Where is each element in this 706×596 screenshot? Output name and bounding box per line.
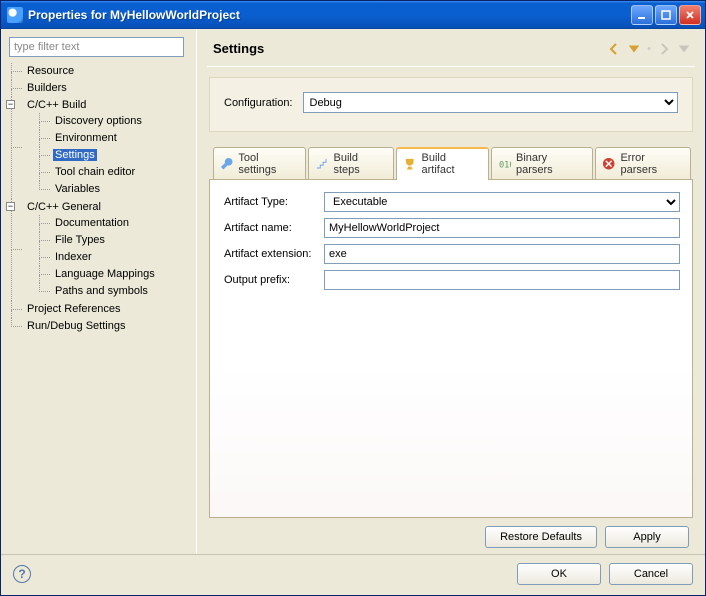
tree-item-label[interactable]: C/C++ General	[25, 201, 103, 213]
svg-text:010: 010	[499, 161, 511, 171]
tree-item-label[interactable]: Documentation	[53, 217, 131, 229]
output-prefix-label: Output prefix:	[224, 274, 324, 286]
artifact-name-input[interactable]	[324, 218, 680, 238]
forward-icon[interactable]	[657, 42, 671, 56]
forward-menu-icon[interactable]	[677, 42, 691, 56]
tree-item-label[interactable]: Environment	[53, 132, 119, 144]
configuration-block: Configuration: Debug	[209, 77, 693, 132]
tree-item[interactable]: Project References	[11, 301, 190, 318]
help-icon[interactable]: ?	[13, 565, 31, 583]
cancel-button[interactable]: Cancel	[609, 563, 693, 585]
minimize-button[interactable]	[631, 5, 653, 25]
tab-binary-parsers[interactable]: 010 Binary parsers	[491, 147, 593, 180]
tab-tool-settings[interactable]: Tool settings	[213, 147, 306, 180]
output-prefix-input[interactable]	[324, 270, 680, 290]
tree-expander-icon[interactable]: −	[6, 100, 15, 109]
tree-item-label[interactable]: Resource	[25, 65, 76, 77]
tree-item[interactable]: File Types	[39, 232, 190, 249]
right-panel: Settings •	[201, 29, 705, 554]
configuration-label: Configuration:	[224, 97, 293, 109]
tree-expander-icon[interactable]: −	[6, 202, 15, 211]
tree-item[interactable]: Variables	[39, 181, 190, 198]
tree-item-label[interactable]: Language Mappings	[53, 268, 157, 280]
window-title: Properties for MyHellowWorldProject	[28, 8, 631, 22]
tree-item[interactable]: Environment	[39, 130, 190, 147]
tree-item[interactable]: Language Mappings	[39, 266, 190, 283]
binary-icon: 010	[498, 157, 511, 171]
tabbar: Tool settings Build steps Build artifact 01…	[209, 146, 693, 179]
trophy-icon	[403, 157, 416, 171]
tree-item-label[interactable]: Builders	[25, 82, 69, 94]
tree-item[interactable]: Discovery options	[39, 113, 190, 130]
titlebar: Properties for MyHellowWorldProject	[1, 1, 705, 29]
dialog-footer: ? OK Cancel	[1, 554, 705, 595]
tab-label: Tool settings	[238, 152, 297, 176]
page-title: Settings	[213, 41, 607, 56]
tree-item-label[interactable]: Project References	[25, 303, 123, 315]
tree-item[interactable]: −C/C++ BuildDiscovery optionsEnvironment…	[11, 97, 190, 199]
tree-item-label[interactable]: C/C++ Build	[25, 99, 88, 111]
close-button[interactable]	[679, 5, 701, 25]
tab-label: Error parsers	[620, 152, 682, 176]
tree-item-label[interactable]: Tool chain editor	[53, 166, 137, 178]
artifact-ext-input[interactable]	[324, 244, 680, 264]
tab-build-steps[interactable]: Build steps	[308, 147, 394, 180]
tab-panel-build-artifact: Artifact Type: Executable Artifact name:…	[209, 179, 693, 518]
back-menu-icon[interactable]	[627, 42, 641, 56]
tree-item[interactable]: Indexer	[39, 249, 190, 266]
tree-item-label[interactable]: Variables	[53, 183, 102, 195]
tree-item[interactable]: Settings	[39, 147, 190, 164]
tab-label: Binary parsers	[516, 152, 584, 176]
tab-build-artifact[interactable]: Build artifact	[396, 147, 488, 180]
steps-icon	[315, 157, 328, 171]
error-icon	[602, 157, 615, 171]
left-panel: Resource Builders − C/C++ Build Discovery op…	[1, 29, 196, 554]
tree-item-label[interactable]: Discovery options	[53, 115, 144, 127]
app-icon	[7, 7, 23, 23]
maximize-button[interactable]	[655, 5, 677, 25]
tree-item-label[interactable]: Settings	[53, 149, 97, 161]
artifact-name-label: Artifact name:	[224, 222, 324, 234]
tree-item-label[interactable]: Paths and symbols	[53, 285, 150, 297]
tab-label: Build steps	[334, 152, 386, 176]
back-icon[interactable]	[607, 42, 621, 56]
artifact-type-select[interactable]: Executable	[324, 192, 680, 212]
restore-defaults-button[interactable]: Restore Defaults	[485, 526, 597, 548]
tree-item[interactable]: Paths and symbols	[39, 283, 190, 300]
wrench-icon	[220, 157, 233, 171]
artifact-ext-label: Artifact extension:	[224, 248, 324, 260]
artifact-type-label: Artifact Type:	[224, 196, 324, 208]
tree-item[interactable]: −C/C++ GeneralDocumentationFile TypesInd…	[11, 199, 190, 301]
heading-separator	[207, 66, 695, 67]
tree-item[interactable]: Documentation	[39, 215, 190, 232]
tree: Resource Builders − C/C++ Build Discovery op…	[9, 63, 190, 335]
filter-input[interactable]	[9, 37, 184, 57]
tree-item[interactable]: Resource	[11, 63, 190, 80]
tree-item-label[interactable]: Run/Debug Settings	[25, 320, 127, 332]
apply-button[interactable]: Apply	[605, 526, 689, 548]
tree-item-label[interactable]: File Types	[53, 234, 107, 246]
configuration-select[interactable]: Debug	[303, 92, 679, 113]
tab-label: Build artifact	[422, 152, 480, 176]
ok-button[interactable]: OK	[517, 563, 601, 585]
tree-item[interactable]: Builders	[11, 80, 190, 97]
tree-item-label[interactable]: Indexer	[53, 251, 94, 263]
tree-item[interactable]: Run/Debug Settings	[11, 318, 190, 335]
tab-error-parsers[interactable]: Error parsers	[595, 147, 691, 180]
tree-item[interactable]: Tool chain editor	[39, 164, 190, 181]
